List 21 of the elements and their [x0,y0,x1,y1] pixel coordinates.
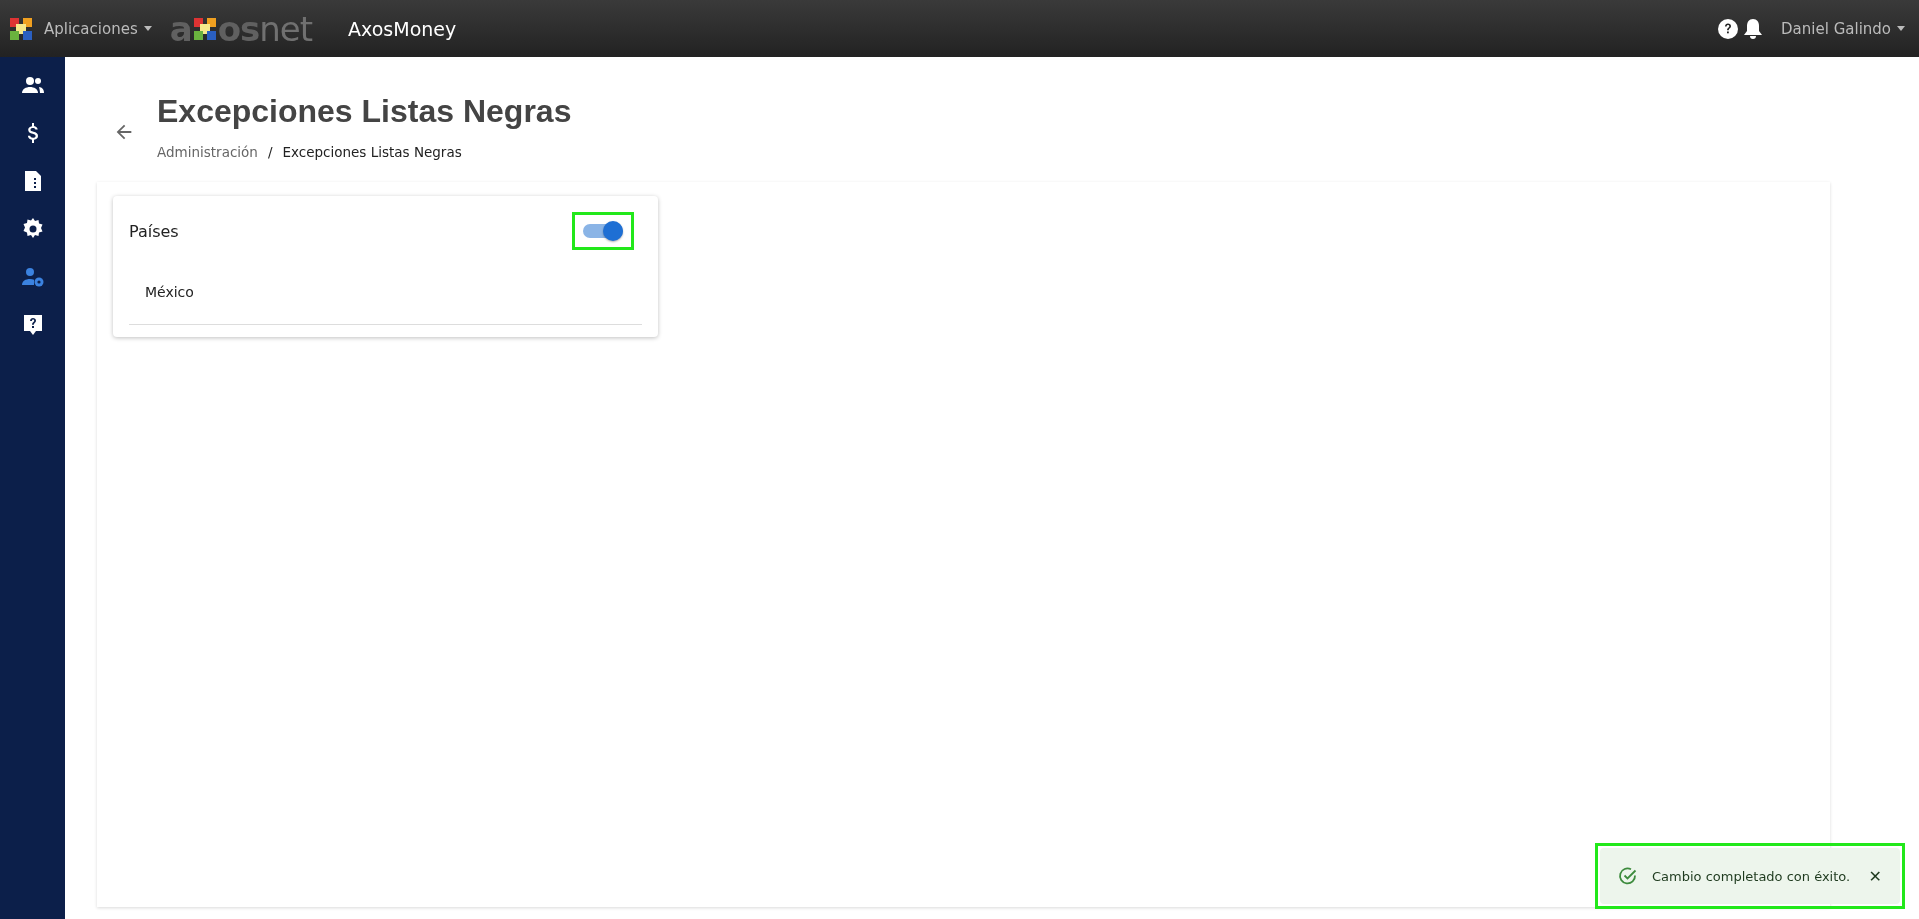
page-title: Excepciones Listas Negras [157,93,572,130]
app-name: AxosMoney [348,17,457,40]
card-title: Países [129,221,179,241]
breadcrumb-item[interactable]: Administración [157,144,258,160]
brand-logo-text: os [217,8,260,49]
apps-menu[interactable]: Aplicaciones [44,19,152,38]
user-menu[interactable]: Daniel Galindo [1775,18,1911,39]
brand-logo-icon [191,15,218,42]
list-item: México [129,250,642,325]
help-icon[interactable] [1717,17,1740,40]
caret-icon [1897,26,1905,31]
app-logo-icon [8,15,34,42]
notification-bell-icon[interactable] [1743,17,1764,40]
close-button[interactable]: ✕ [1868,866,1882,886]
breadcrumb-item: Excepciones Listas Negras [282,144,462,160]
check-circle-icon [1618,866,1638,886]
breadcrumb-separator: / [267,144,273,160]
user-gear-icon[interactable] [20,265,45,289]
caret-icon [143,26,152,31]
toast-message: Cambio completado con éxito. [1652,868,1852,884]
brand-logo-text: net [259,8,313,49]
